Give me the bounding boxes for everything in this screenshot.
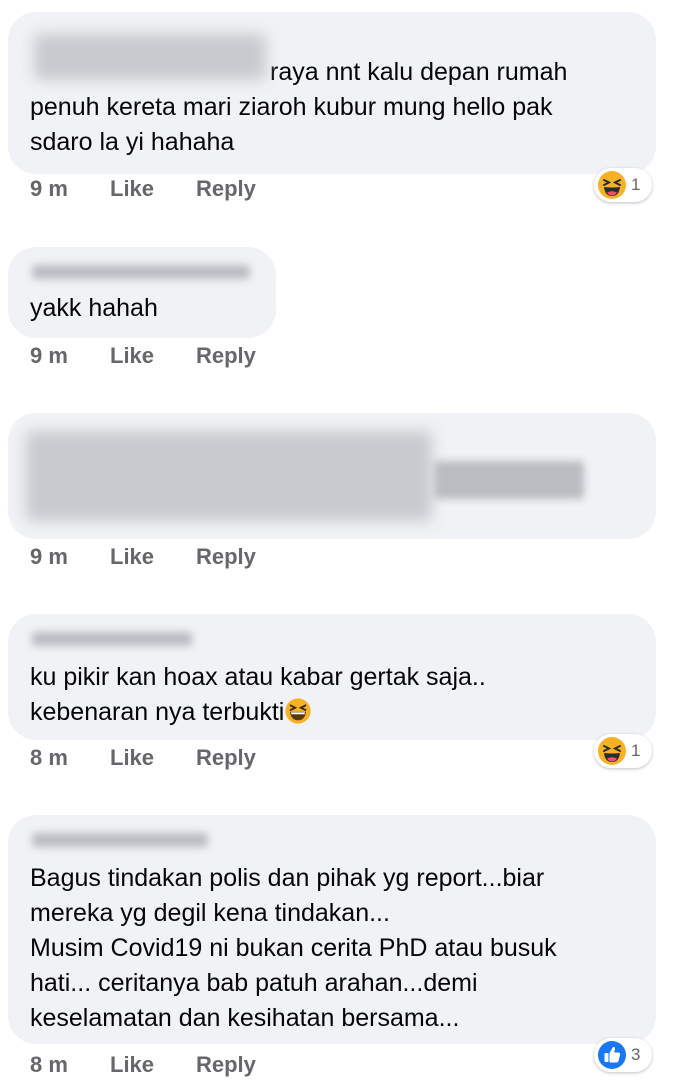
- comment-text-content: ku pikir kan hoax atau kabar gertak saja…: [30, 663, 486, 726]
- reply-button[interactable]: Reply: [196, 1052, 256, 1078]
- haha-icon: [597, 736, 627, 766]
- laughing-emoji-icon: [284, 697, 312, 725]
- comment-timestamp[interactable]: 8 m: [30, 1052, 110, 1078]
- like-button[interactable]: Like: [110, 745, 196, 771]
- reaction-count-badge[interactable]: 1: [594, 168, 652, 202]
- comment-timestamp[interactable]: 9 m: [30, 544, 110, 570]
- reaction-count: 1: [631, 175, 641, 194]
- comment-actions: 9 m Like Reply: [30, 343, 256, 369]
- comment-actions: 9 m Like Reply: [30, 176, 256, 202]
- comment-text: yakk hahah: [30, 294, 158, 322]
- author-name-redacted[interactable]: [32, 265, 250, 279]
- comment-timestamp[interactable]: 8 m: [30, 745, 110, 771]
- like-button[interactable]: Like: [110, 1052, 196, 1078]
- author-name-redacted[interactable]: [34, 34, 266, 80]
- like-button[interactable]: Like: [110, 544, 196, 570]
- reaction-count-badge[interactable]: 1: [594, 734, 652, 768]
- author-name-redacted[interactable]: [32, 632, 192, 646]
- comment-bubble: [8, 413, 656, 539]
- reply-button[interactable]: Reply: [196, 745, 256, 771]
- like-button[interactable]: Like: [110, 343, 196, 369]
- comment-bubble: raya nnt kalu depan rumah penuh kereta m…: [8, 12, 656, 174]
- comment-actions: 9 m Like Reply: [30, 544, 256, 570]
- comment-text: Bagus tindakan polis dan pihak yg report…: [30, 864, 557, 1032]
- comment-text-redacted: [26, 431, 432, 521]
- comment-timestamp[interactable]: 9 m: [30, 176, 110, 202]
- comment-text-redacted: [434, 461, 584, 499]
- reaction-count-badge[interactable]: 3: [594, 1038, 652, 1072]
- like-button[interactable]: Like: [110, 176, 196, 202]
- like-icon: [597, 1040, 627, 1070]
- reply-button[interactable]: Reply: [196, 343, 256, 369]
- reaction-count: 1: [631, 741, 641, 760]
- comment-actions: 8 m Like Reply: [30, 1052, 256, 1078]
- comment-actions: 8 m Like Reply: [30, 745, 256, 771]
- comment-bubble: Bagus tindakan polis dan pihak yg report…: [8, 815, 656, 1044]
- comment-bubble: yakk hahah: [8, 247, 276, 338]
- comment-timestamp[interactable]: 9 m: [30, 343, 110, 369]
- comment-bubble: ku pikir kan hoax atau kabar gertak saja…: [8, 614, 656, 740]
- haha-icon: [597, 170, 627, 200]
- reaction-count: 3: [631, 1045, 641, 1064]
- author-name-redacted[interactable]: [32, 833, 208, 847]
- reply-button[interactable]: Reply: [196, 176, 256, 202]
- reply-button[interactable]: Reply: [196, 544, 256, 570]
